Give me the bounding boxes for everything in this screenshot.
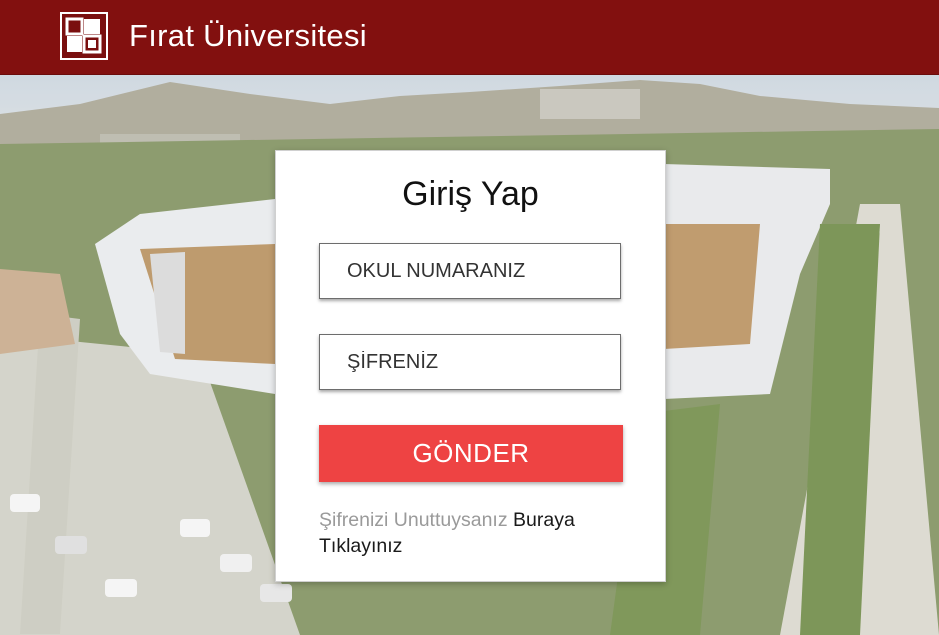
submit-button[interactable]: GÖNDER [319,425,623,482]
university-logo-icon[interactable] [60,12,108,60]
login-card: Giriş Yap GÖNDER Şifrenizi Unuttuysanız … [275,150,666,582]
forgot-password-prefix: Şifrenizi Unuttuysanız [319,509,508,531]
login-page: Fırat Üniversitesi Giriş Yap OKUL NUMARA… [0,0,939,635]
top-bar: Fırat Üniversitesi [0,0,939,75]
login-title: Giriş Yap [402,175,539,213]
site-title[interactable]: Fırat Üniversitesi [129,17,367,55]
forgot-password-text: Şifrenizi Unuttuysanız Buraya Tıklayınız [319,507,629,559]
student-number-input[interactable] [319,243,621,299]
password-input[interactable] [319,334,621,390]
